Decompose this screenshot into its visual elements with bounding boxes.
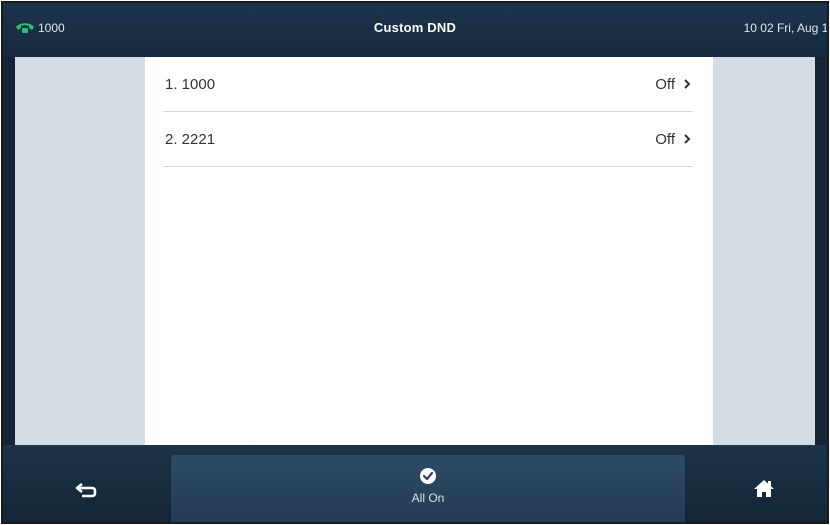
date-time: 10 02 Fri, Aug 19	[743, 21, 829, 35]
item-label: 2. 2221	[165, 130, 216, 148]
dnd-account-list: 1. 1000 Off 2. 2221 Off	[145, 57, 713, 445]
page-title: Custom DND	[373, 20, 457, 35]
back-arrow-icon	[75, 482, 97, 498]
home-icon	[754, 480, 774, 497]
item-status: Off	[655, 130, 675, 148]
content-area: 1. 1000 Off 2. 2221 Off	[15, 57, 815, 445]
soft-key-bar: All On	[3, 445, 827, 522]
all-on-label: All On	[411, 491, 445, 505]
item-label: 1. 1000	[165, 75, 216, 93]
phone-screen: 1000 Custom DND 10 02 Fri, Aug 19 1. 100…	[1, 1, 829, 524]
status-bar: 1000 Custom DND 10 02 Fri, Aug 19	[3, 3, 827, 57]
chevron-right-icon	[684, 134, 691, 144]
list-item-account-2[interactable]: 2. 2221 Off	[163, 112, 693, 167]
check-circle-icon	[420, 468, 436, 484]
chevron-right-icon	[684, 79, 691, 89]
list-item-account-1[interactable]: 1. 1000 Off	[163, 57, 693, 112]
back-button[interactable]	[61, 475, 111, 505]
home-button[interactable]	[739, 473, 789, 503]
item-status: Off	[655, 75, 675, 93]
all-on-button[interactable]: All On	[171, 455, 685, 522]
